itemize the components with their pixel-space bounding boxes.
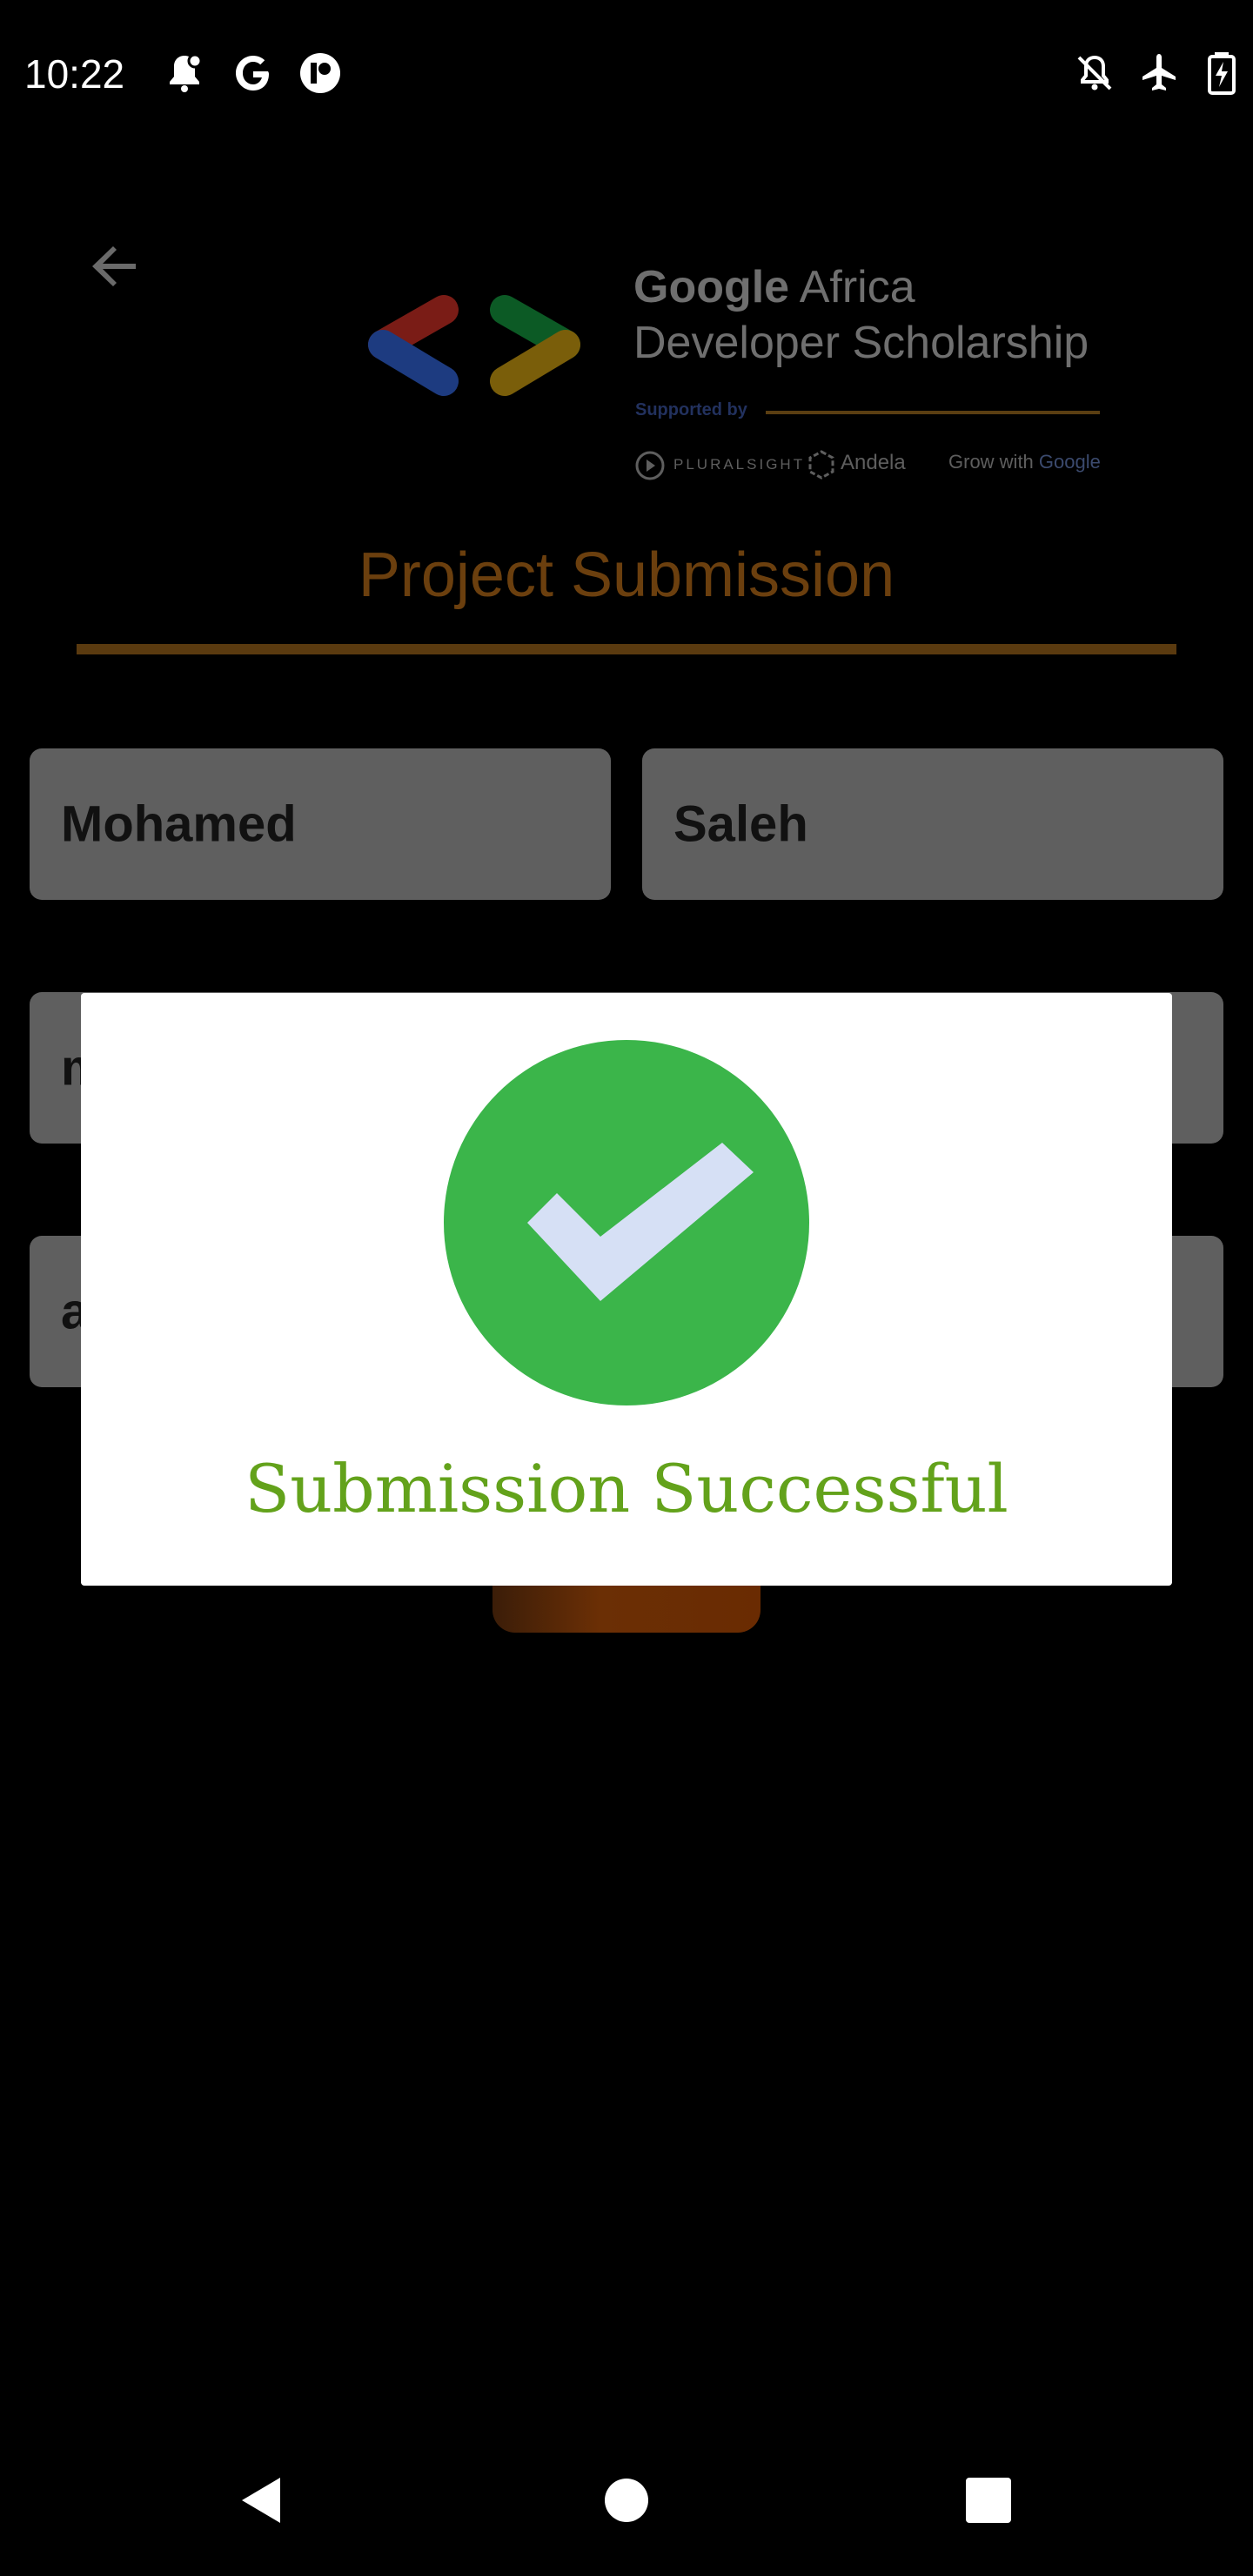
recents-square-icon[interactable]: [962, 2474, 1015, 2526]
title-underline: [77, 644, 1176, 654]
supported-by-rule: [766, 411, 1100, 414]
bell-off-icon: [1077, 55, 1112, 91]
supported-by-label: Supported by: [635, 400, 747, 419]
first-name-value: Mohamed: [61, 795, 297, 853]
back-triangle-icon[interactable]: [237, 2474, 289, 2526]
partner-grow-with: Grow with Google: [948, 451, 1101, 473]
airplane-mode-icon: [1142, 54, 1176, 91]
logo-subtitle: Developer Scholarship: [633, 318, 1089, 368]
success-message: Submission Successful: [245, 1450, 1008, 1527]
partner-logos: PLURALSIGHT Andela Grow with Google: [635, 446, 1105, 480]
status-bar: 10:22: [0, 0, 1253, 148]
status-time: 10:22: [24, 51, 125, 97]
notification-bell-icon: [170, 53, 203, 92]
partner-andela: Andela: [841, 451, 906, 474]
screen: 10:22 Google Africa Developer Scholarshi…: [0, 0, 1253, 2576]
last-name-value: Saleh: [673, 795, 808, 853]
last-name-field[interactable]: Saleh: [642, 748, 1223, 900]
developer-brackets-icon: [368, 295, 580, 396]
circle-app-icon: [300, 53, 340, 93]
home-circle-icon[interactable]: [600, 2474, 653, 2526]
check-circle-icon: [444, 1040, 809, 1405]
andela-icon: [808, 450, 834, 480]
pluralsight-icon: [635, 451, 665, 480]
arrow-left-icon[interactable]: [84, 235, 146, 298]
gads-logo: Google Africa Developer Scholarship Supp…: [357, 261, 1105, 487]
first-name-field[interactable]: Mohamed: [30, 748, 611, 900]
battery-charging-icon: [1208, 52, 1236, 95]
logo-title: Google Africa: [633, 262, 915, 312]
success-dialog: Submission Successful: [81, 993, 1172, 1586]
page-title: Project Submission: [358, 540, 895, 610]
partner-pluralsight: PLURALSIGHT: [673, 456, 806, 473]
google-g-icon: [236, 56, 269, 91]
